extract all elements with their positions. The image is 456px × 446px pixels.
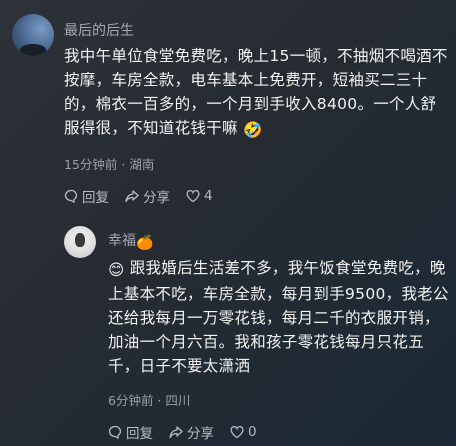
reply-username-text: 幸福 [108, 233, 136, 249]
reply-label: 回复 [126, 426, 153, 442]
share-label: 分享 [143, 190, 170, 206]
meta-separator: · [153, 393, 166, 408]
like-button[interactable]: 4 [186, 188, 213, 204]
comment-bubble-icon [108, 425, 122, 439]
comment-username[interactable]: 最后的后生 [64, 20, 134, 40]
reply-reply-button[interactable]: 回复 [108, 422, 153, 442]
like-count: 0 [248, 424, 257, 440]
reply-like-button[interactable]: 0 [230, 424, 257, 440]
smiling-emoji: 😊 [108, 261, 125, 279]
reply-share-button[interactable]: 分享 [169, 422, 214, 442]
like-count: 4 [204, 188, 213, 204]
comment-bubble-icon [64, 189, 78, 203]
comment-time: 15分钟前 [64, 157, 118, 172]
heart-icon [186, 189, 200, 203]
reply-location: 四川 [165, 393, 191, 408]
heart-icon [230, 425, 244, 439]
reply-time: 6分钟前 [108, 393, 154, 408]
share-icon [125, 190, 139, 203]
reply-actions: 回复 分享 0 [108, 422, 273, 442]
share-label: 分享 [187, 426, 214, 442]
reply-avatar[interactable] [64, 226, 96, 258]
comment-actions: 回复 分享 4 [64, 186, 229, 206]
laughing-emoji: 🤣 [243, 121, 263, 139]
orange-emoji: 🍊 [136, 235, 154, 251]
reply-meta: 6分钟前 · 四川 [108, 390, 190, 409]
reply-username[interactable]: 幸福🍊 [108, 230, 153, 251]
comment-meta: 15分钟前 · 湖南 [64, 154, 154, 173]
reply-button[interactable]: 回复 [64, 186, 109, 206]
comment-location: 湖南 [129, 157, 155, 172]
share-button[interactable]: 分享 [125, 186, 170, 206]
avatar[interactable] [12, 14, 54, 56]
meta-separator: · [117, 157, 130, 172]
reply-text: 😊 跟我婚后生活差不多，我午饭食堂免费吃，晚上基本不吃，车房全款，每月到手950… [108, 256, 450, 378]
reply-label: 回复 [82, 190, 109, 206]
reply-body: 跟我婚后生活差不多，我午饭食堂免费吃，晚上基本不吃，车房全款，每月到手9500，… [108, 259, 449, 375]
share-icon [169, 426, 183, 439]
comment-text: 我中午单位食堂免费吃，晚上15一顿，不抽烟不喝酒不按摩，车房全款，电车基本上免费… [64, 44, 448, 142]
